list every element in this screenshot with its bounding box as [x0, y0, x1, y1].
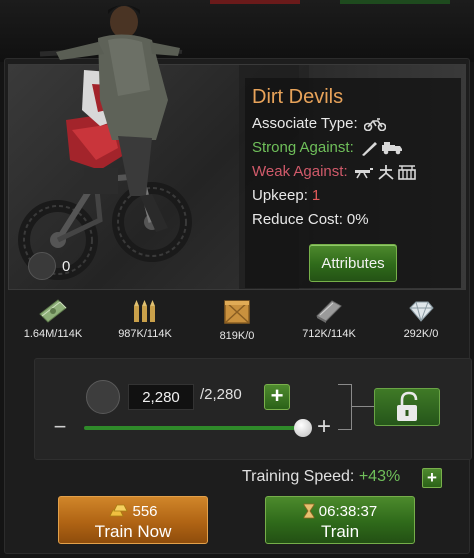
truck-icon: [381, 142, 402, 155]
resource-cash: 1.64M/114K: [8, 294, 98, 340]
train-now-label: Train Now: [94, 522, 172, 541]
reduce-cost-row: Reduce Cost: 0%: [252, 208, 416, 232]
bracket-connector-tail: [352, 406, 374, 407]
bracket-connector: [338, 384, 352, 430]
train-time-row: 06:38:37: [266, 502, 414, 520]
slider-plus-button[interactable]: +: [312, 415, 336, 440]
owned-count-badge: 0: [28, 252, 70, 280]
train-label: Train: [320, 522, 360, 541]
resource-metal: 712K/114K: [284, 294, 374, 340]
upkeep-row: Upkeep: 1: [252, 184, 416, 208]
train-now-cost-row: 556: [59, 502, 207, 520]
reduce-cost-label: Reduce Cost:: [252, 211, 343, 228]
diamond-icon: [409, 301, 434, 322]
resource-amount: 819K/0: [219, 330, 255, 342]
unit-name: Dirt Devils: [252, 86, 344, 108]
train-button[interactable]: 06:38:37 Train: [265, 496, 415, 544]
tripod-gun-icon: [378, 165, 394, 180]
barricade-icon: [397, 165, 416, 180]
training-speed: Training Speed: +43%: [242, 468, 400, 486]
strong-against-row: Strong Against:: [252, 136, 416, 160]
upkeep-value: 1: [311, 187, 321, 204]
unit-avatar-icon: [28, 252, 56, 280]
resource-diamond: 292K/0: [376, 294, 466, 340]
associate-type-label: Associate Type:: [252, 115, 358, 132]
training-speed-plus-button[interactable]: +: [422, 468, 442, 488]
unit-info: Dirt Devils Associate Type: Strong Again…: [252, 84, 416, 232]
rifle-icon: [361, 142, 377, 156]
train-time: 06:38:37: [318, 502, 378, 520]
strong-against-label: Strong Against:: [252, 139, 354, 156]
machine-gun-icon: [354, 168, 373, 179]
cash-icon: [39, 299, 67, 323]
owned-count: 0: [62, 257, 71, 275]
associate-type-row: Associate Type:: [252, 112, 416, 136]
crate-icon: [224, 300, 250, 324]
resource-crate: 819K/0: [192, 294, 282, 342]
gold-bars-icon: [109, 504, 129, 517]
top-bar: [0, 0, 474, 62]
upkeep-label: Upkeep:: [252, 187, 308, 204]
train-now-cost: 556: [132, 502, 158, 520]
resource-costs: 1.64M/114K 987K/114K 819K/0 712K/114K 29…: [8, 294, 466, 350]
training-speed-value: +43%: [358, 468, 401, 485]
training-speed-label: Training Speed:: [242, 468, 355, 485]
quantity-slider-knob[interactable]: [294, 419, 312, 437]
resource-amount: 292K/0: [403, 328, 439, 340]
ammo-icon: [134, 300, 155, 322]
resource-amount: 987K/114K: [118, 328, 172, 340]
unlock-icon: [397, 391, 418, 421]
metal-icon: [316, 300, 342, 323]
quantity-input[interactable]: [128, 384, 194, 410]
hourglass-icon: [303, 503, 315, 519]
weak-against-row: Weak Against:: [252, 160, 416, 184]
resource-amount: 1.64M/114K: [23, 328, 83, 340]
motorcycle-icon: [363, 118, 386, 131]
unit-avatar-small: [86, 380, 120, 414]
lock-button[interactable]: [374, 388, 440, 426]
weak-against-label: Weak Against:: [252, 163, 348, 180]
resource-amount: 712K/114K: [302, 328, 356, 340]
quantity-slider-track[interactable]: [84, 426, 304, 430]
train-now-button[interactable]: 556 Train Now: [58, 496, 208, 544]
top-bar-red-stripe: [210, 0, 300, 4]
top-bar-green-stripe: [340, 0, 450, 4]
slider-minus-button[interactable]: −: [50, 416, 70, 438]
reduce-cost-value: 0%: [346, 211, 369, 228]
attributes-button[interactable]: Attributes: [309, 244, 397, 282]
quantity-plus-button[interactable]: +: [264, 384, 290, 410]
resource-ammo: 987K/114K: [100, 294, 190, 340]
quantity-max: /2,280: [200, 386, 242, 403]
